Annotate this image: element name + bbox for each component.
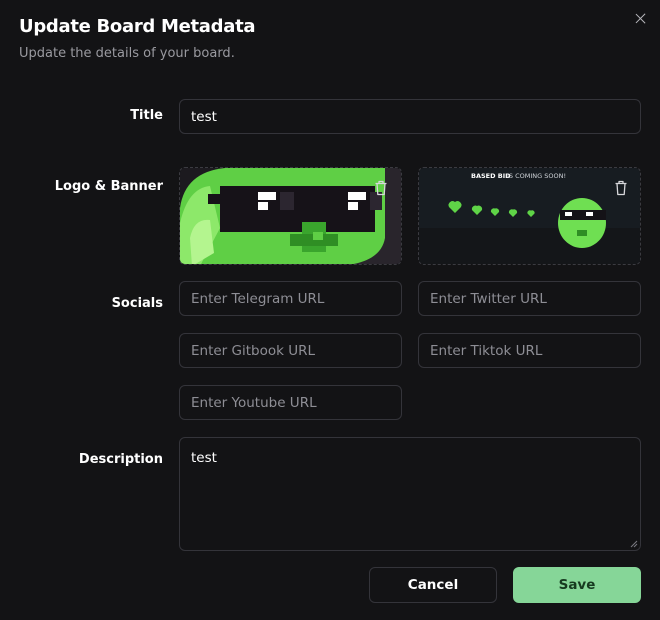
close-icon[interactable] — [633, 11, 649, 27]
banner-uploader[interactable]: BASED BID IS COMING SOON! — [418, 167, 641, 265]
logo-uploader[interactable] — [179, 167, 402, 265]
dialog-subtitle: Update the details of your board. — [19, 46, 235, 61]
banner-caption-rest: IS COMING SOON! — [507, 172, 566, 180]
socials-label: Socials — [111, 296, 163, 311]
save-button[interactable]: Save — [513, 567, 641, 603]
resize-grip-icon[interactable] — [630, 540, 638, 548]
gitbook-input[interactable]: Enter Gitbook URL — [179, 333, 402, 368]
trash-icon[interactable] — [374, 180, 388, 196]
tiktok-input[interactable]: Enter Tiktok URL — [418, 333, 641, 368]
banner-caption: BASED BID — [471, 172, 511, 180]
twitter-input[interactable]: Enter Twitter URL — [418, 281, 641, 316]
description-value: test — [191, 450, 217, 466]
description-label: Description — [78, 452, 163, 467]
title-label: Title — [130, 108, 163, 123]
trash-icon[interactable] — [614, 180, 628, 196]
logo-banner-label: Logo & Banner — [54, 179, 163, 194]
logo-image — [180, 168, 401, 264]
update-board-dialog: Update Board Metadata Update the details… — [0, 0, 660, 620]
title-input[interactable]: test — [179, 99, 641, 134]
description-textarea[interactable]: test — [179, 437, 641, 551]
dialog-title: Update Board Metadata — [19, 16, 256, 37]
youtube-input[interactable]: Enter Youtube URL — [179, 385, 402, 420]
banner-image: BASED BID IS COMING SOON! — [419, 168, 640, 264]
cancel-button[interactable]: Cancel — [369, 567, 497, 603]
telegram-input[interactable]: Enter Telegram URL — [179, 281, 402, 316]
